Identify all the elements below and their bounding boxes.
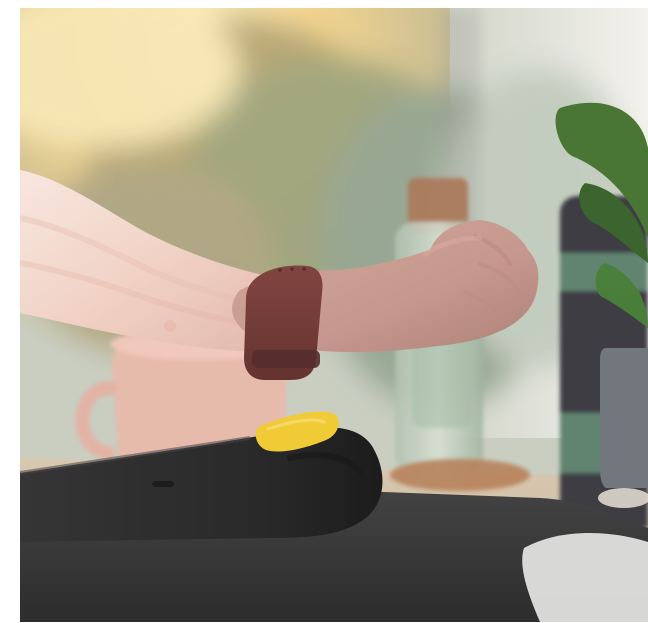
product-photo — [20, 8, 648, 622]
lighting-overlay — [20, 8, 648, 622]
image-frame — [0, 0, 648, 623]
scene-illustration — [20, 8, 648, 622]
